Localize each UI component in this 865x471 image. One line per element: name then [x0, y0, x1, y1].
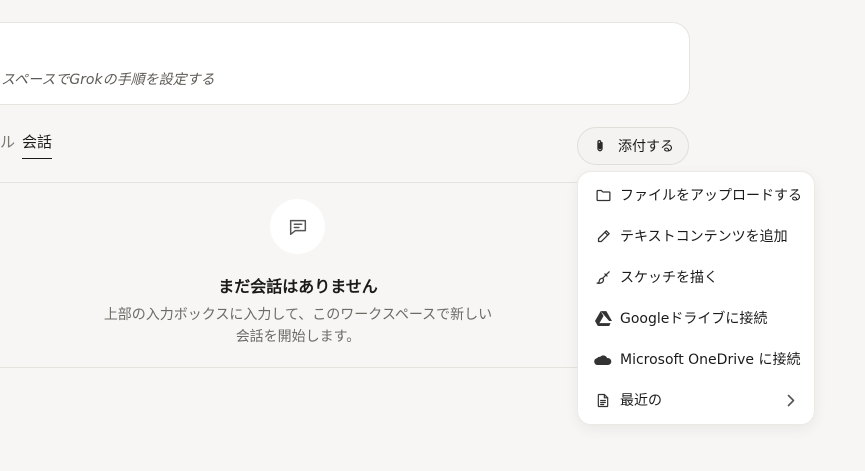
- menu-item-label: スケッチを描く: [620, 270, 718, 286]
- instructions-placeholder: スペースでGrokの手順を設定する: [1, 72, 215, 88]
- paperclip-icon: [592, 138, 608, 154]
- empty-state-icon-container: [270, 199, 325, 254]
- attach-button[interactable]: 添付する: [577, 127, 689, 165]
- chevron-right-icon: [784, 392, 798, 408]
- empty-state-line-2: 会話を開始します。: [235, 329, 361, 345]
- menu-item-label: Microsoft OneDrive に接続: [620, 352, 801, 368]
- folder-icon: [594, 186, 612, 204]
- menu-item-label: Googleドライブに接続: [620, 311, 768, 327]
- menu-item-label: テキストコンテンツを追加: [620, 229, 788, 245]
- menu-item-google-drive[interactable]: Googleドライブに接続: [578, 298, 814, 338]
- menu-item-label: 最近の: [620, 393, 662, 409]
- google-drive-icon: [594, 309, 612, 327]
- attach-menu: ファイルをアップロードする テキストコンテンツを追加 スケッチを描く Googl…: [577, 171, 815, 425]
- menu-item-recent[interactable]: 最近の: [578, 380, 814, 420]
- tab-conversations[interactable]: 会話: [22, 131, 53, 159]
- divider: [0, 367, 580, 368]
- tab-partial[interactable]: ル: [0, 131, 15, 152]
- empty-state-line-1: 上部の入力ボックスに入力して、このワークスペースで新しい: [103, 307, 493, 323]
- document-icon: [594, 391, 612, 409]
- paintbrush-icon: [594, 268, 612, 286]
- onedrive-icon: [594, 350, 612, 368]
- menu-item-add-text[interactable]: テキストコンテンツを追加: [578, 216, 814, 256]
- attach-label: 添付する: [618, 139, 674, 155]
- pencil-icon: [594, 227, 612, 245]
- menu-item-upload-file[interactable]: ファイルをアップロードする: [578, 175, 814, 215]
- menu-item-draw-sketch[interactable]: スケッチを描く: [578, 257, 814, 297]
- empty-state-description: 上部の入力ボックスに入力して、このワークスペースで新しい 会話を開始します。: [0, 304, 596, 348]
- divider: [0, 182, 580, 183]
- instructions-card[interactable]: スペースでGrokの手順を設定する: [0, 22, 690, 105]
- menu-item-label: ファイルをアップロードする: [620, 188, 802, 204]
- empty-state-title: まだ会話はありません: [218, 277, 378, 296]
- chat-bubble-icon: [287, 216, 309, 238]
- menu-item-onedrive[interactable]: Microsoft OneDrive に接続: [578, 339, 814, 379]
